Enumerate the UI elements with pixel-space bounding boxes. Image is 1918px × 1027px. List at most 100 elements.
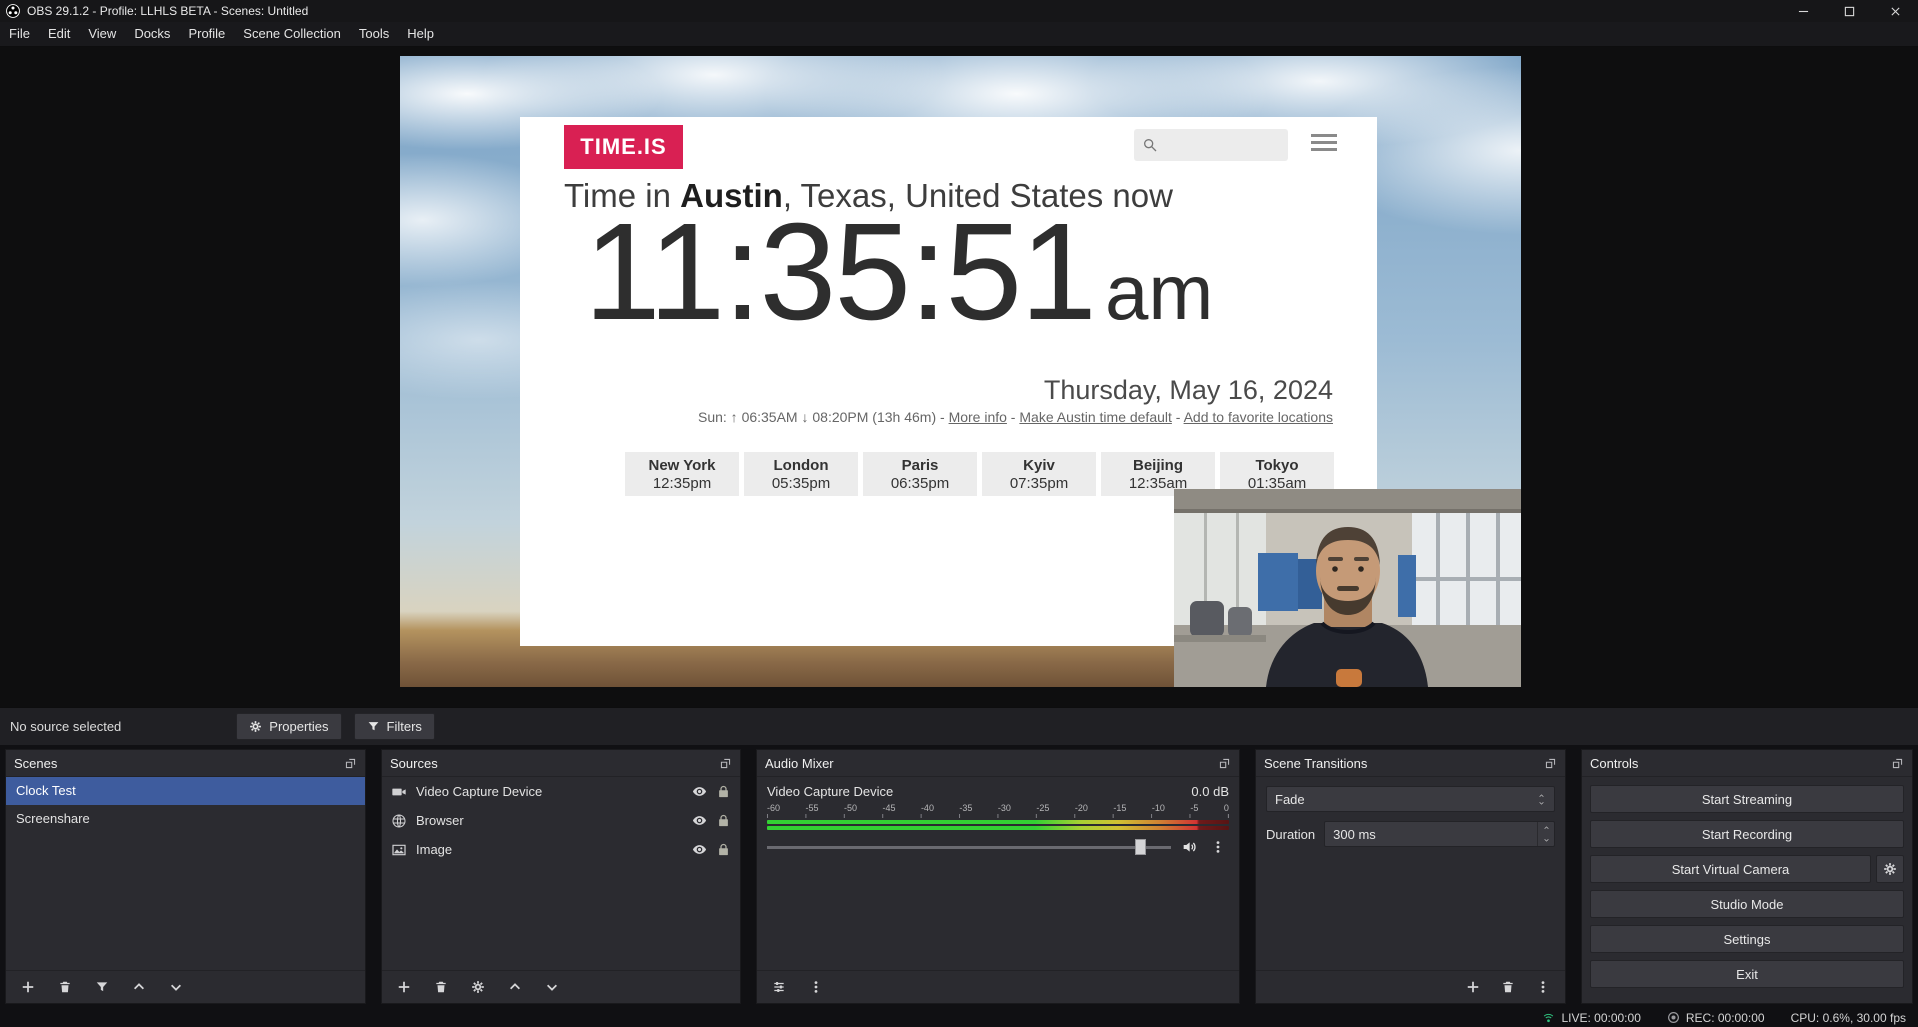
city-name: Kyiv — [982, 457, 1096, 474]
live-status: LIVE: 00:00:00 — [1542, 1011, 1640, 1025]
visibility-eye-icon[interactable] — [692, 813, 707, 828]
minimize-button[interactable] — [1780, 0, 1826, 22]
start-virtual-camera-button[interactable]: Start Virtual Camera — [1590, 855, 1871, 883]
meter-ticks — [767, 814, 1229, 818]
city-name: Tokyo — [1220, 457, 1334, 474]
controls-dock: Controls Start Streaming Start Recording… — [1581, 749, 1913, 1004]
scale-label: -30 — [998, 803, 1011, 813]
settings-button[interactable]: Settings — [1590, 925, 1904, 953]
volume-slider-handle[interactable] — [1135, 839, 1146, 855]
filters-label: Filters — [387, 719, 422, 734]
popout-icon[interactable] — [344, 757, 357, 770]
sources-dock-header: Sources — [382, 750, 740, 777]
record-status-icon — [1667, 1011, 1680, 1024]
scene-move-up-button[interactable] — [128, 976, 150, 998]
remove-transition-button[interactable] — [1497, 976, 1519, 998]
sun-separator: - — [1172, 409, 1184, 425]
transition-properties-kebab-button[interactable] — [1532, 976, 1554, 998]
close-button[interactable] — [1872, 0, 1918, 22]
menu-edit[interactable]: Edit — [39, 22, 79, 46]
lock-icon[interactable] — [716, 842, 731, 857]
menu-view[interactable]: View — [79, 22, 125, 46]
mixer-channel-name: Video Capture Device — [767, 784, 893, 799]
date-line: Thursday, May 16, 2024 — [1044, 375, 1333, 406]
duration-up-button[interactable] — [1538, 822, 1554, 834]
visibility-eye-icon[interactable] — [692, 784, 707, 799]
transition-value: Fade — [1275, 792, 1305, 807]
maximize-button[interactable] — [1826, 0, 1872, 22]
add-scene-button[interactable] — [17, 976, 39, 998]
chevron-up-icon — [1542, 825, 1551, 831]
studio-mode-button[interactable]: Studio Mode — [1590, 890, 1904, 918]
chevron-up-icon — [132, 980, 146, 994]
menu-docks[interactable]: Docks — [125, 22, 179, 46]
scale-label: -20 — [1075, 803, 1088, 813]
source-move-up-button[interactable] — [504, 976, 526, 998]
start-recording-button[interactable]: Start Recording — [1590, 820, 1904, 848]
exit-button[interactable]: Exit — [1590, 960, 1904, 988]
scenes-dock-header: Scenes — [6, 750, 365, 777]
menu-profile[interactable]: Profile — [179, 22, 234, 46]
duration-down-button[interactable] — [1538, 834, 1554, 846]
menu-file[interactable]: File — [0, 22, 39, 46]
transition-select[interactable]: Fade — [1266, 786, 1555, 812]
remove-scene-button[interactable] — [54, 976, 76, 998]
filters-button[interactable]: Filters — [354, 713, 435, 740]
duration-label: Duration — [1266, 827, 1315, 842]
sources-toolbar — [382, 970, 740, 1003]
source-move-down-button[interactable] — [541, 976, 563, 998]
source-row-video-capture-device[interactable]: Video Capture Device — [382, 777, 740, 806]
popout-icon[interactable] — [1544, 757, 1557, 770]
status-bar: LIVE: 00:00:00 REC: 00:00:00 CPU: 0.6%, … — [0, 1008, 1918, 1027]
sources-dock-title: Sources — [390, 756, 438, 771]
timeis-logo: TIME.IS — [564, 125, 683, 169]
source-row-browser[interactable]: Browser — [382, 806, 740, 835]
funnel-icon — [95, 980, 109, 994]
speaker-icon[interactable] — [1181, 839, 1197, 855]
volume-slider[interactable] — [767, 838, 1171, 856]
sources-dock: Sources Video Capture Device Browser — [381, 749, 741, 1004]
properties-button[interactable]: Properties — [236, 713, 341, 740]
window-title: OBS 29.1.2 - Profile: LLHLS BETA - Scene… — [27, 4, 308, 18]
source-toolbar: No source selected Properties Filters — [0, 707, 1918, 745]
kebab-icon — [809, 980, 823, 994]
lock-icon[interactable] — [716, 784, 731, 799]
source-label: Browser — [416, 813, 464, 828]
source-properties-button[interactable] — [467, 976, 489, 998]
add-transition-button[interactable] — [1462, 976, 1484, 998]
scene-move-down-button[interactable] — [165, 976, 187, 998]
menu-help[interactable]: Help — [398, 22, 443, 46]
preview-area: TIME.IS Time in Austin, Texas, United St… — [0, 47, 1918, 707]
scene-filters-button[interactable] — [91, 976, 113, 998]
lock-icon[interactable] — [716, 813, 731, 828]
trash-icon — [1501, 980, 1515, 994]
popout-icon[interactable] — [719, 757, 732, 770]
popout-icon[interactable] — [1218, 757, 1231, 770]
scale-label: -55 — [805, 803, 818, 813]
mixer-menu-kebab-button[interactable] — [805, 976, 827, 998]
virtual-camera-settings-button[interactable] — [1876, 855, 1904, 883]
visibility-eye-icon[interactable] — [692, 842, 707, 857]
scene-transitions-dock: Scene Transitions Fade Duration 300 ms — [1255, 749, 1566, 1004]
menu-scene-collection[interactable]: Scene Collection — [234, 22, 350, 46]
sources-list: Video Capture Device Browser Image — [382, 777, 740, 970]
remove-source-button[interactable] — [430, 976, 452, 998]
mixer-options-kebab-button[interactable] — [1207, 836, 1229, 858]
chevron-down-icon — [545, 980, 559, 994]
volume-slider-track — [767, 846, 1171, 849]
clock-display: 11:35:51 am — [584, 203, 1213, 341]
menu-tools[interactable]: Tools — [350, 22, 398, 46]
program-preview[interactable]: TIME.IS Time in Austin, Texas, United St… — [400, 56, 1521, 687]
plus-icon — [1466, 980, 1480, 994]
scene-item-screenshare[interactable]: Screenshare — [6, 805, 365, 833]
duration-spinbox[interactable]: 300 ms — [1324, 821, 1555, 847]
popout-icon[interactable] — [1891, 757, 1904, 770]
advanced-audio-button[interactable] — [768, 976, 790, 998]
add-source-button[interactable] — [393, 976, 415, 998]
source-row-image[interactable]: Image — [382, 835, 740, 864]
rec-status: REC: 00:00:00 — [1667, 1011, 1765, 1025]
close-icon — [1890, 6, 1901, 17]
start-streaming-button[interactable]: Start Streaming — [1590, 785, 1904, 813]
city-time: 05:35pm — [744, 475, 858, 492]
scene-item-clock-test[interactable]: Clock Test — [6, 777, 365, 805]
